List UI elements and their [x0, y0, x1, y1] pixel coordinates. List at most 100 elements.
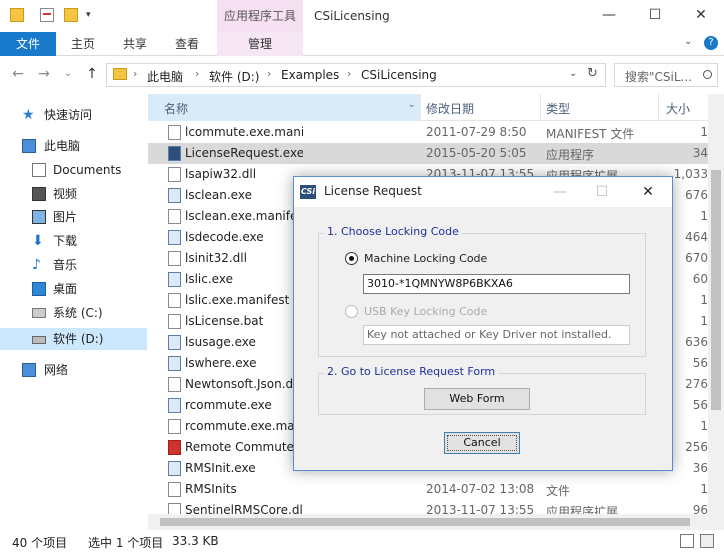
file-name: lcommute.exe.manifest	[185, 125, 303, 139]
usb-status-field: Key not attached or Key Driver not insta…	[363, 325, 630, 345]
file-type: MANIFEST 文件	[546, 127, 635, 141]
file-row[interactable]: lcommute.exe.manifest 2011-07-29 8:50 MANI…	[148, 122, 708, 143]
tab-home[interactable]: 主页	[60, 32, 106, 56]
horizontal-scroll-thumb[interactable]	[160, 518, 690, 526]
nav-this-pc[interactable]: 此电脑	[0, 135, 147, 157]
details-view-icon[interactable]	[680, 534, 694, 548]
help-icon[interactable]: ?	[704, 36, 718, 50]
usb-code-label[interactable]: USB Key Locking Code	[364, 305, 487, 318]
selected-count: 选中 1 个项目	[88, 536, 164, 550]
machine-code-field[interactable]: 3010-*1QMNYW8P6BKXA6	[363, 274, 630, 294]
usb-code-radio[interactable]	[345, 305, 358, 318]
up-icon[interactable]: ↑	[82, 63, 102, 85]
file-name: lsapiw32.dll	[185, 167, 257, 181]
pictures-icon	[32, 210, 46, 224]
file-name: RMSInits	[185, 482, 237, 496]
nav-quick-access[interactable]: ★ 快速访问	[0, 104, 147, 126]
address-dropdown-icon[interactable]: ⌄	[569, 68, 577, 79]
nav-music[interactable]: ♪ 音乐	[0, 254, 147, 276]
file-name: lsclean.exe.manifest	[185, 209, 303, 223]
folder-icon[interactable]	[10, 8, 24, 22]
breadcrumb-this-pc[interactable]: 此电脑	[147, 68, 183, 85]
column-size[interactable]: 大小	[666, 100, 690, 117]
file-icon	[168, 335, 181, 350]
dialog-close-icon[interactable]: ✕	[628, 181, 668, 203]
file-icon	[168, 377, 181, 392]
file-row[interactable]: SentinelRMSCore.dll 2013-11-07 13:55 应用程序扩…	[148, 500, 708, 514]
file-size: 1	[700, 209, 708, 223]
back-icon[interactable]: ←	[8, 63, 28, 85]
drive-icon	[32, 308, 46, 318]
tab-manage[interactable]: 管理	[217, 32, 303, 56]
request-form-group-title: 2. Go to License Request Form	[324, 365, 499, 378]
context-tab-app-tools[interactable]: 应用程序工具	[217, 0, 303, 32]
file-size: 276	[685, 377, 708, 391]
ribbon-expand-icon[interactable]: ⌄	[684, 36, 692, 47]
file-icon	[168, 209, 181, 224]
large-icons-view-icon[interactable]	[700, 534, 714, 548]
chevron-right-icon: ›	[267, 67, 272, 80]
nav-desktop[interactable]: 桌面	[0, 278, 147, 300]
breadcrumb-csilicensing[interactable]: CSiLicensing	[361, 68, 437, 82]
file-icon	[168, 440, 181, 455]
file-name: lslic.exe	[185, 272, 233, 286]
maximize-icon[interactable]: ☐	[632, 0, 678, 32]
file-date: 2014-07-02 13:08	[426, 482, 535, 496]
quick-access-dropdown-icon[interactable]: ▾	[86, 10, 91, 20]
web-form-button[interactable]: Web Form	[424, 388, 530, 410]
folder-icon	[113, 68, 127, 80]
file-name: lslic.exe.manifest	[185, 293, 290, 307]
nav-videos[interactable]: 视频	[0, 183, 147, 205]
nav-pictures[interactable]: 图片	[0, 206, 147, 228]
file-size: 1	[700, 293, 708, 307]
file-name: Remote Commuter	[185, 440, 299, 454]
file-icon	[168, 293, 181, 308]
machine-code-label[interactable]: Machine Locking Code	[364, 252, 487, 265]
chevron-down-icon[interactable]: ⌄	[408, 100, 416, 110]
file-icon	[168, 251, 181, 266]
machine-code-radio[interactable]	[345, 252, 358, 265]
computer-icon	[22, 139, 36, 153]
tab-file[interactable]: 文件	[0, 32, 56, 56]
column-divider	[420, 94, 421, 121]
file-name: lsusage.exe	[185, 335, 256, 349]
locking-code-group-title: 1. Choose Locking Code	[324, 225, 462, 238]
file-size: 96	[692, 503, 708, 514]
column-date[interactable]: 修改日期	[426, 100, 474, 117]
nav-downloads[interactable]: ⬇ 下载	[0, 230, 147, 252]
dialog-title-bar: CSi License Request — ☐ ✕	[294, 177, 672, 207]
nav-drive-c[interactable]: 系统 (C:)	[0, 302, 147, 324]
selected-size: 33.3 KB	[172, 534, 219, 548]
window-title: CSiLicensing	[314, 9, 390, 23]
file-size: 670	[685, 251, 708, 265]
forward-icon[interactable]: →	[34, 63, 54, 85]
file-row[interactable]: RMSInits 2014-07-02 13:08 文件 1	[148, 479, 708, 500]
new-folder-icon[interactable]	[64, 8, 78, 22]
file-size: 676	[685, 188, 708, 202]
tab-view[interactable]: 查看	[164, 32, 210, 56]
column-type[interactable]: 类型	[546, 100, 570, 117]
breadcrumb-drive-d[interactable]: 软件 (D:)	[209, 68, 259, 85]
file-name: RMSInit.exe	[185, 461, 256, 475]
file-icon	[168, 314, 181, 329]
vertical-scroll-thumb[interactable]	[711, 170, 721, 410]
nav-network[interactable]: 网络	[0, 359, 147, 381]
breadcrumb-examples[interactable]: Examples	[281, 68, 339, 82]
dialog-minimize-icon: —	[553, 184, 567, 200]
file-type: 应用程序	[546, 148, 595, 162]
cancel-button[interactable]: Cancel	[444, 432, 520, 454]
tab-share[interactable]: 共享	[112, 32, 158, 56]
refresh-icon[interactable]: ↻	[587, 66, 598, 81]
file-row[interactable]: LicenseRequest.exe 2015-05-20 5:05 应用程序 34	[148, 143, 708, 164]
recent-dropdown-icon[interactable]: ⌄	[58, 63, 78, 85]
properties-icon[interactable]	[40, 8, 54, 22]
nav-documents[interactable]: Documents	[0, 159, 147, 181]
column-name[interactable]: 名称	[164, 100, 188, 117]
file-size: 1	[700, 482, 708, 496]
minimize-icon[interactable]: —	[586, 0, 632, 32]
file-name: lsdecode.exe	[185, 230, 264, 244]
close-icon[interactable]: ✕	[678, 0, 724, 32]
nav-drive-d[interactable]: 软件 (D:)	[0, 328, 147, 350]
search-input[interactable]: 搜索"CSiL...	[614, 63, 718, 87]
address-bar[interactable]: › 此电脑 › 软件 (D:) › Examples › CSiLicensin…	[106, 63, 606, 87]
